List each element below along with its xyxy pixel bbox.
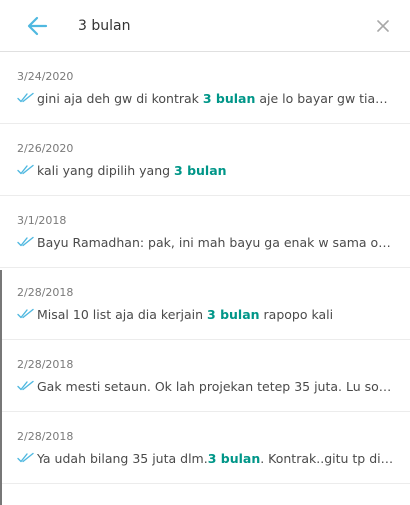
message-text-before: Ya udah bilang 35 juta dlm. — [37, 450, 208, 466]
search-result-item[interactable]: 2/28/2018 Ya udah bilang 35 juta dlm.3 bu… — [0, 412, 410, 484]
double-check-icon — [17, 164, 34, 175]
message-text-before: Gak mesti setaun. Ok lah projekan tetep … — [37, 378, 395, 394]
message-text-before: kali yang dipilih yang — [37, 162, 175, 178]
search-result-item[interactable]: 3/1/2018 Bayu Ramadhan: pak, ini mah bayu… — [0, 196, 410, 268]
message-preview: kali yang dipilih yang 3 bulan — [17, 161, 395, 179]
search-result-item[interactable]: 2/28/2018 Misal 10 list aja dia kerjain 3… — [0, 268, 410, 340]
search-result-item[interactable]: 2/28/2018 Gak mesti setaun. Ok lah projek… — [0, 340, 410, 412]
left-edge-bar — [0, 270, 2, 505]
double-check-icon — [17, 308, 34, 319]
message-text: Misal 10 list aja dia kerjain 3 bulan ra… — [37, 307, 333, 322]
search-match: 3 bulan — [207, 306, 260, 322]
search-results-list: 3/24/2020 gini aja deh gw di kontrak 3 bu… — [0, 52, 410, 505]
search-match: 3 bulan — [202, 90, 256, 106]
search-result-item[interactable]: 3/24/2020 gini aja deh gw di kontrak 3 bu… — [0, 52, 410, 124]
search-match: 3 bulan — [207, 450, 261, 466]
search-header — [0, 0, 410, 52]
message-text: gini aja deh gw di kontrak 3 bulan aje l… — [37, 91, 395, 106]
message-text-before: gini aja deh gw di kontrak — [37, 90, 203, 106]
message-text: kali yang dipilih yang 3 bulan — [37, 163, 227, 178]
back-button[interactable] — [22, 12, 52, 40]
search-input[interactable] — [78, 14, 358, 38]
message-preview: Ya udah bilang 35 juta dlm.3 bulan. Kont… — [17, 449, 395, 467]
double-check-icon — [17, 236, 34, 247]
message-date: 2/26/2020 — [17, 142, 74, 155]
message-text: Gak mesti setaun. Ok lah projekan tetep … — [37, 379, 395, 394]
message-preview: Bayu Ramadhan: pak, ini mah bayu ga enak… — [17, 233, 395, 251]
message-preview: gini aja deh gw di kontrak 3 bulan aje l… — [17, 89, 395, 107]
message-text-after: rapopo kali — [259, 306, 334, 322]
double-check-icon — [17, 380, 34, 391]
search-result-item[interactable]: 2/26/2020 kali yang dipilih yang 3 bulan — [0, 124, 410, 196]
arrow-left-icon — [27, 16, 48, 36]
message-date: 2/28/2018 — [17, 286, 74, 299]
message-text: Bayu Ramadhan: pak, ini mah bayu ga enak… — [37, 235, 395, 250]
message-text: Ya udah bilang 35 juta dlm.3 bulan. Kont… — [37, 451, 395, 466]
message-date: 3/1/2018 — [17, 214, 67, 227]
message-text-after: aje lo bayar gw tiap b... — [255, 90, 395, 106]
message-text-after: . Kontrak..gitu tp dia ... — [260, 450, 395, 466]
clear-search-button[interactable] — [372, 15, 394, 37]
close-icon — [377, 20, 389, 32]
message-date: 3/24/2020 — [17, 70, 74, 83]
message-text-before: Bayu Ramadhan: pak, ini mah bayu ga enak… — [37, 234, 395, 250]
double-check-icon — [17, 92, 34, 103]
message-date: 2/28/2018 — [17, 430, 74, 443]
message-preview: Misal 10 list aja dia kerjain 3 bulan ra… — [17, 305, 395, 323]
message-date: 2/28/2018 — [17, 358, 74, 371]
double-check-icon — [17, 452, 34, 463]
message-preview: Gak mesti setaun. Ok lah projekan tetep … — [17, 377, 395, 395]
message-text-before: Misal 10 list aja dia kerjain — [37, 306, 208, 322]
search-match: 3 bulan — [174, 162, 227, 178]
